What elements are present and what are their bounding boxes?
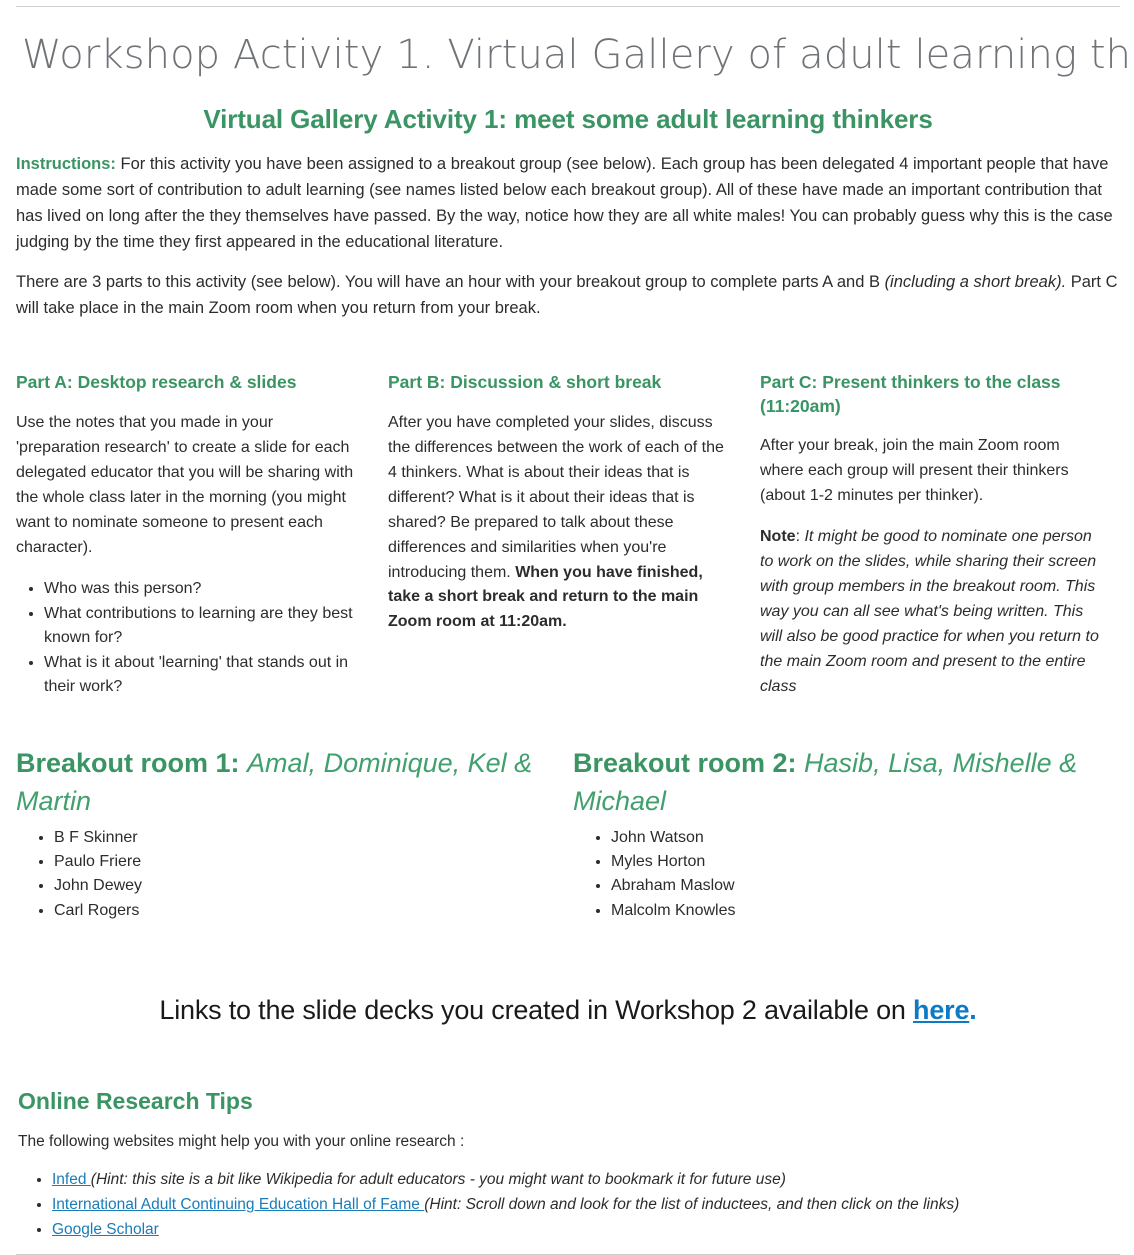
part-a-paragraph: Use the notes that you made in your 'pre… bbox=[16, 413, 354, 556]
part-a-heading: Part A: Desktop research & slides bbox=[16, 372, 297, 393]
list-item: Who was this person? bbox=[44, 577, 356, 601]
instructions-paragraph: Instructions: For this activity you have… bbox=[16, 151, 1120, 255]
list-item: What is it about 'learning' that stands … bbox=[44, 651, 356, 699]
slide-decks-period: . bbox=[969, 994, 977, 1025]
list-item: John Watson bbox=[611, 826, 1120, 850]
part-b-column: Part B: Discussion & short break After y… bbox=[388, 371, 728, 700]
online-research-tips-heading: Online Research Tips bbox=[18, 1087, 253, 1114]
infed-hint: (Hint: this site is a bit like Wikipedia… bbox=[90, 1170, 786, 1188]
activity-subtitle: Virtual Gallery Activity 1: meet some ad… bbox=[203, 103, 933, 134]
slide-decks-text: Links to the slide decks you created in … bbox=[159, 994, 914, 1025]
part-c-column: Part C: Present thinkers to the class (1… bbox=[760, 371, 1100, 700]
list-item: Infed (Hint: this site is a bit like Wik… bbox=[52, 1167, 1120, 1192]
list-item: What contributions to learning are they … bbox=[44, 602, 356, 650]
online-research-tips-intro: The following websites might help you wi… bbox=[18, 1132, 465, 1150]
list-item: Carl Rogers bbox=[54, 899, 563, 923]
list-item: Malcolm Knowles bbox=[611, 899, 1120, 923]
part-c-heading: Part C: Present thinkers to the class (1… bbox=[760, 372, 1061, 416]
breakout-room-2: Breakout room 2: Hasib, Lisa, Mishelle &… bbox=[573, 744, 1120, 923]
note-text: It might be good to nominate one person … bbox=[760, 528, 1099, 695]
breakout-rooms: Breakout room 1: Amal, Dominique, Kel & … bbox=[16, 744, 1120, 923]
hall-of-fame-link[interactable]: International Adult Continuing Education… bbox=[52, 1196, 424, 1213]
breakout-room-1: Breakout room 1: Amal, Dominique, Kel & … bbox=[16, 744, 563, 923]
breakout-room-2-thinkers: John Watson Myles Horton Abraham Maslow … bbox=[573, 826, 1120, 923]
part-c-paragraph: After your break, join the main Zoom roo… bbox=[760, 437, 1069, 505]
hall-of-fame-hint: (Hint: Scroll down and look for the list… bbox=[424, 1195, 960, 1213]
breakout-room-1-thinkers: B F Skinner Paulo Friere John Dewey Carl… bbox=[16, 826, 563, 923]
top-divider bbox=[16, 6, 1120, 7]
list-item: John Dewey bbox=[54, 874, 563, 898]
instructions-label: Instructions: bbox=[16, 154, 116, 173]
google-scholar-link[interactable]: Google Scholar bbox=[52, 1221, 159, 1238]
parts-text-leading: There are 3 parts to this activity (see … bbox=[16, 273, 885, 292]
breakout-room-2-heading: Breakout room 2: Hasib, Lisa, Mishelle &… bbox=[573, 744, 1120, 821]
slide-decks-here-link[interactable]: here bbox=[913, 995, 969, 1025]
list-item: B F Skinner bbox=[54, 826, 563, 850]
activity-parts-paragraph: There are 3 parts to this activity (see … bbox=[16, 269, 1120, 321]
slide-decks-line: Links to the slide decks you created in … bbox=[16, 995, 1120, 1026]
list-item: Paulo Friere bbox=[54, 850, 563, 874]
parts-columns: Part A: Desktop research & slides Use th… bbox=[16, 371, 1120, 700]
part-b-text: After you have completed your slides, di… bbox=[388, 413, 724, 581]
parts-text-emphasis: (including a short break). bbox=[884, 273, 1067, 292]
part-b-paragraph: After you have completed your slides, di… bbox=[388, 411, 728, 636]
page-container: Workshop Activity 1. Virtual Gallery of … bbox=[0, 6, 1134, 1255]
part-a-question-list: Who was this person? What contributions … bbox=[16, 577, 356, 699]
part-c-note: Note: It might be good to nominate one p… bbox=[760, 525, 1100, 700]
breakout-room-1-heading: Breakout room 1: Amal, Dominique, Kel & … bbox=[16, 744, 563, 821]
page-title: Workshop Activity 1. Virtual Gallery of … bbox=[22, 32, 1134, 78]
online-research-tips-list: Infed (Hint: this site is a bit like Wik… bbox=[16, 1167, 1120, 1242]
part-a-column: Part A: Desktop research & slides Use th… bbox=[16, 371, 356, 700]
list-item: Abraham Maslow bbox=[611, 874, 1120, 898]
list-item: Myles Horton bbox=[611, 850, 1120, 874]
breakout-room-1-label: Breakout room 1: bbox=[16, 747, 248, 778]
part-b-heading: Part B: Discussion & short break bbox=[388, 372, 662, 393]
instructions-text: For this activity you have been assigned… bbox=[16, 154, 1113, 251]
note-label: Note bbox=[760, 528, 796, 546]
breakout-room-2-label: Breakout room 2: bbox=[573, 747, 805, 778]
infed-link[interactable]: Infed bbox=[52, 1171, 91, 1188]
list-item: International Adult Continuing Education… bbox=[52, 1192, 1120, 1217]
list-item: Google Scholar bbox=[52, 1217, 1120, 1242]
